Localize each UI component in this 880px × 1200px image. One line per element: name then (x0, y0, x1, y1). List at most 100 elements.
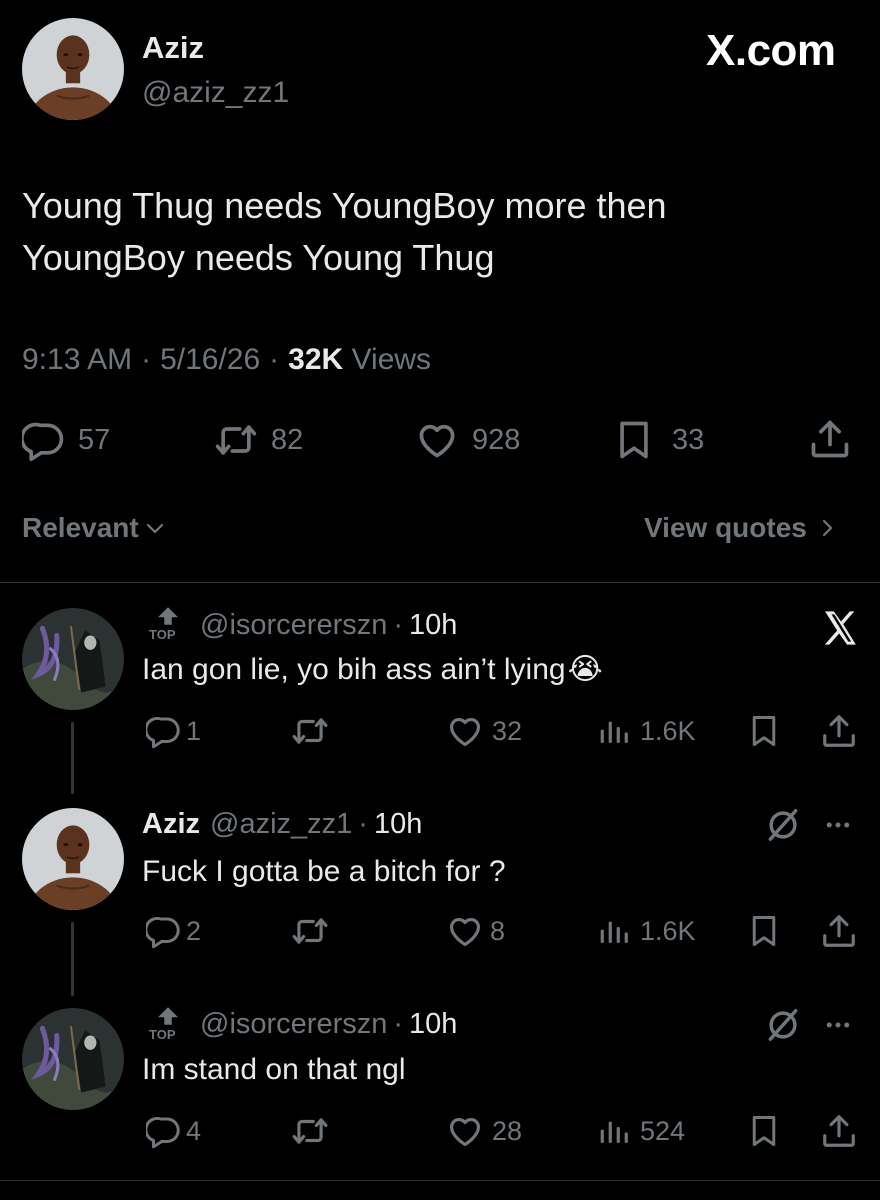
reply-1-like-button[interactable]: 32 (446, 712, 522, 750)
chevron-down-icon (143, 516, 167, 540)
bar-chart-icon (598, 912, 630, 950)
bookmark-icon (746, 712, 782, 750)
meta-separator: · (393, 1008, 404, 1040)
speech-bubble-icon (146, 1112, 182, 1150)
reply-2-author-name[interactable]: Aziz (142, 808, 200, 841)
reply-3-more-button[interactable] (820, 1010, 856, 1040)
tweet-time[interactable]: 9:13 AM (22, 343, 132, 377)
reply-1-like-count: 32 (492, 715, 523, 746)
reply-2-text-content: Fuck I gotta be a bitch for ? (142, 855, 506, 888)
bookmark-button[interactable]: 33 (612, 418, 704, 462)
heart-icon (414, 418, 460, 462)
speech-bubble-icon (146, 912, 182, 950)
top-badge-3: TOP (148, 1006, 188, 1042)
reply-1-handle[interactable]: @isorcererszn (200, 609, 387, 642)
reply-1-views-button[interactable]: 1.6K (598, 712, 696, 750)
bar-chart-icon (598, 1112, 630, 1150)
bar-chart-icon (598, 712, 630, 750)
brand-watermark: X.com (706, 26, 836, 75)
reply-3-views-button[interactable]: 524 (598, 1112, 685, 1150)
reply-1-reply-count: 1 (186, 715, 202, 746)
reply-2-no-ai-icon[interactable] (764, 806, 802, 844)
reply-1-reply-button[interactable]: 1 (146, 712, 201, 750)
heart-icon (446, 712, 484, 750)
reply-2-share-button[interactable] (820, 912, 858, 950)
views-count: 32K (288, 343, 344, 376)
reply-2-handle[interactable]: @aziz_zz1 (210, 808, 352, 841)
repost-arrows-icon (290, 1112, 330, 1150)
reply-2-header: Aziz @aziz_zz1 · 10h (142, 808, 422, 841)
section-divider (0, 582, 880, 583)
top-badge-1: TOP (148, 606, 188, 642)
reply-3-no-ai-icon[interactable] (764, 1006, 802, 1044)
repost-count: 82 (271, 423, 304, 456)
bookmark-count: 33 (672, 423, 705, 456)
thread-connector-1 (71, 722, 74, 794)
author-name[interactable]: Aziz (142, 30, 204, 66)
reply-button[interactable]: 57 (22, 418, 110, 462)
reply-1-view-count: 1.6K (640, 715, 696, 746)
reply-3-text: Im stand on that ngl (142, 1053, 406, 1087)
reply-2-more-button[interactable] (820, 810, 856, 840)
like-button[interactable]: 928 (414, 418, 520, 462)
reply-2-bookmark-button[interactable] (746, 912, 782, 950)
meta-separator: · (269, 343, 280, 376)
author-handle[interactable]: @aziz_zz1 (142, 76, 289, 110)
reply-3-like-button[interactable]: 28 (446, 1112, 522, 1150)
chevron-right-icon (815, 516, 839, 540)
meta-separator: · (358, 808, 368, 840)
top-badge-label: TOP (149, 627, 176, 642)
reply-3-reply-count: 4 (186, 1115, 202, 1146)
tweet-meta: 9:13 AM · 5/16/26 · 32K Views (22, 343, 431, 377)
reply-3-time[interactable]: 10h (409, 1008, 457, 1041)
share-upload-icon (808, 416, 852, 462)
x-close-icon[interactable] (818, 608, 862, 648)
reply-3-reply-button[interactable]: 4 (146, 1112, 201, 1150)
share-upload-icon (820, 712, 858, 750)
view-quotes-label: View quotes (644, 512, 807, 543)
tweet-date[interactable]: 5/16/26 (160, 343, 260, 377)
reply-1-text: Ian gon lie, yo bih ass ain’t lying 😭 (142, 652, 603, 687)
bookmark-icon (746, 1112, 782, 1150)
thread-connector-2 (71, 922, 74, 996)
share-upload-icon (820, 912, 858, 950)
reply-1-repost-button[interactable] (290, 712, 330, 750)
repost-button[interactable]: 82 (213, 418, 303, 462)
top-badge-label: TOP (149, 1027, 176, 1042)
reply-3-repost-button[interactable] (290, 1112, 330, 1150)
reply-1-share-button[interactable] (820, 712, 858, 750)
reply-2-like-count: 8 (490, 915, 506, 946)
reply-3-avatar[interactable] (22, 1008, 124, 1110)
bookmark-icon (746, 912, 782, 950)
reply-2-repost-button[interactable] (290, 912, 330, 950)
reply-2-like-button[interactable]: 8 (446, 912, 505, 950)
reply-1-time[interactable]: 10h (409, 609, 457, 642)
reply-3-text-content: Im stand on that ngl (142, 1053, 406, 1086)
bookmark-icon (612, 418, 656, 462)
share-upload-icon (820, 1112, 858, 1150)
speech-bubble-icon (146, 712, 182, 750)
reply-1-bookmark-button[interactable] (746, 712, 782, 750)
repost-arrows-icon (213, 418, 259, 462)
reply-3-view-count: 524 (640, 1115, 686, 1146)
reply-2-view-count: 1.6K (640, 915, 696, 946)
sort-dropdown[interactable]: Relevant (22, 512, 167, 544)
reply-3-bookmark-button[interactable] (746, 1112, 782, 1150)
author-avatar[interactable] (22, 18, 124, 120)
reply-2-text: Fuck I gotta be a bitch for ? (142, 855, 506, 889)
reply-2-avatar[interactable] (22, 808, 124, 910)
views-label: Views (351, 343, 432, 376)
share-button[interactable] (808, 416, 852, 462)
reply-1-text-content: Ian gon lie, yo bih ass ain’t lying (142, 652, 566, 686)
reply-3-handle[interactable]: @isorcererszn (200, 1008, 387, 1041)
repost-arrows-icon (290, 712, 330, 750)
reply-2-time[interactable]: 10h (374, 808, 422, 841)
bottom-divider (0, 1180, 880, 1181)
reply-2-views-button[interactable]: 1.6K (598, 912, 696, 950)
heart-icon (446, 1112, 484, 1150)
reply-1-avatar[interactable] (22, 608, 124, 710)
reply-2-reply-button[interactable]: 2 (146, 912, 201, 950)
reply-count: 57 (78, 423, 111, 456)
reply-3-share-button[interactable] (820, 1112, 858, 1150)
view-quotes-link[interactable]: View quotes (644, 512, 839, 544)
